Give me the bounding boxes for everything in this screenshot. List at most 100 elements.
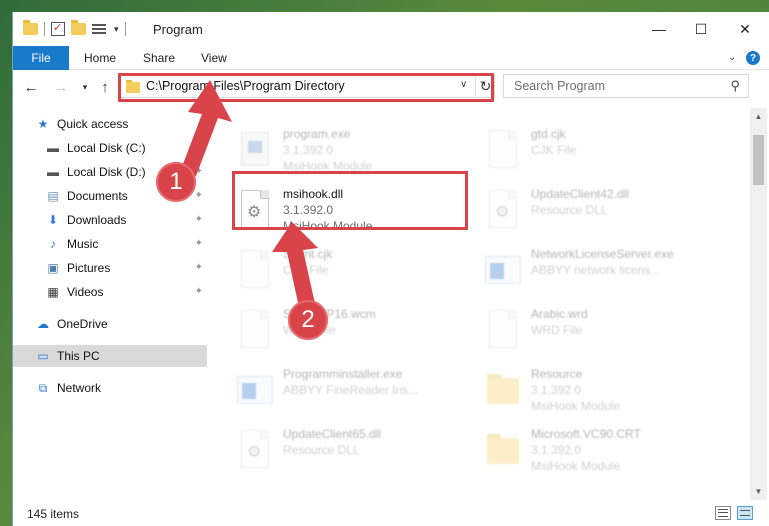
folder-icon xyxy=(126,80,140,93)
pin-icon: ✦ xyxy=(194,142,203,153)
file-item[interactable]: Sprint.cjk CJK File xyxy=(235,246,332,302)
address-bar[interactable]: C:\Program Files\Program Directory ∨ ↻ xyxy=(119,74,495,98)
sidebar-item-downloads[interactable]: ⬇ Downloads ✦ xyxy=(45,209,207,231)
navigation-bar: ← → ▾ ↑ C:\Program Files\Program Directo… xyxy=(13,70,769,104)
separator xyxy=(44,22,45,36)
file-list: program.exe 3.1.392.0 MsiHook Module gtd.c… xyxy=(213,108,748,500)
file-description: MsiHook Module xyxy=(531,459,621,473)
quick-access-toolbar: ▾ xyxy=(23,20,126,37)
vertical-scrollbar[interactable]: ▲ ▼ xyxy=(750,108,767,500)
properties-icon[interactable] xyxy=(51,21,65,36)
close-button[interactable]: ✕ xyxy=(722,12,768,46)
dll-icon: ⚙ xyxy=(235,428,275,474)
recent-locations-icon[interactable]: ▾ xyxy=(75,77,95,97)
file-item-msihook-dll[interactable]: ⚙ msihook.dll 3.1.392.0 MsiHook Module xyxy=(235,186,372,242)
separator xyxy=(124,22,126,36)
sidebar-item-label: Local Disk (D:) xyxy=(67,165,146,179)
chevron-down-icon[interactable]: ∨ xyxy=(460,79,467,90)
file-item[interactable]: Programminstaller.exe ABBYY FineReader In… xyxy=(235,366,418,422)
sidebar-item-this-pc[interactable]: ▭ This PC xyxy=(13,345,207,367)
scroll-down-icon[interactable]: ▼ xyxy=(750,483,767,500)
sidebar-item-local-disk-c[interactable]: ▬ Local Disk (C:) ✦ xyxy=(45,137,207,159)
view-options-icon[interactable] xyxy=(92,23,108,36)
help-icon[interactable]: ? xyxy=(746,51,760,65)
file-name: Arabic.wrd xyxy=(531,307,588,321)
file-item[interactable]: ⚙ UpdateClient65.dll Resource DLL xyxy=(235,426,381,482)
new-folder-icon[interactable] xyxy=(71,20,86,35)
file-item[interactable]: ⚙ UpdateClient42.dll Resource DLL xyxy=(483,186,629,242)
sidebar-item-label: Videos xyxy=(67,285,104,299)
sidebar-item-label: Quick access xyxy=(57,117,129,131)
up-arrow-icon[interactable]: ↑ xyxy=(95,77,115,97)
pictures-icon: ▣ xyxy=(47,261,59,275)
forward-arrow-icon[interactable]: → xyxy=(51,77,71,97)
file-name: Microsoft.VC90.CRT xyxy=(531,427,641,441)
scroll-up-icon[interactable]: ▲ xyxy=(750,108,767,125)
sidebar-item-label: Pictures xyxy=(67,261,111,275)
expand-ribbon-icon[interactable]: ⌄ xyxy=(728,52,736,63)
sidebar-item-label: OneDrive xyxy=(57,317,108,331)
sidebar-item-documents[interactable]: ▤ Documents ✦ xyxy=(45,185,207,207)
drive-icon: ▬ xyxy=(47,165,59,179)
folder-icon[interactable] xyxy=(23,20,38,35)
music-icon: ♪ xyxy=(50,237,56,251)
file-item[interactable]: program.exe 3.1.392.0 MsiHook Module xyxy=(235,126,372,182)
app-icon xyxy=(235,368,275,414)
file-type: Resource DLL xyxy=(283,443,360,457)
file-icon xyxy=(235,308,275,354)
file-type: CJK File xyxy=(283,263,329,277)
large-icons-view-icon[interactable] xyxy=(737,506,753,520)
details-view-icon[interactable] xyxy=(715,506,731,520)
search-icon[interactable]: ⚲ xyxy=(730,78,740,94)
dll-icon: ⚙ xyxy=(235,188,275,234)
search-input[interactable]: Search Program ⚲ xyxy=(503,74,749,98)
file-name: SmartWP16.wcm xyxy=(283,307,376,321)
sidebar-item-quick-access[interactable]: ★ Quick access xyxy=(35,113,229,135)
drive-icon: ▬ xyxy=(47,141,59,155)
scrollbar-thumb[interactable] xyxy=(753,135,764,185)
file-type: Resource DLL xyxy=(531,203,608,217)
folder-icon xyxy=(483,368,523,414)
maximize-button[interactable]: ☐ xyxy=(678,12,724,46)
file-item[interactable]: Arabic.wrd WRD File xyxy=(483,306,588,362)
tab-home[interactable]: Home xyxy=(84,46,116,70)
sidebar-item-label: Downloads xyxy=(67,213,127,227)
videos-icon: ▦ xyxy=(47,285,59,299)
file-name: UpdateClient42.dll xyxy=(531,187,630,201)
refresh-icon[interactable]: ↻ xyxy=(475,76,495,96)
tab-share[interactable]: Share xyxy=(143,46,175,70)
file-version: 3.1.392.0 xyxy=(283,143,334,157)
sidebar-item-videos[interactable]: ▦ Videos ✦ xyxy=(45,281,207,303)
file-item[interactable]: SmartWP16.wcm WCM File xyxy=(235,306,376,362)
sidebar-item-music[interactable]: ♪ Music ✦ xyxy=(45,233,207,255)
pin-icon: ✦ xyxy=(194,166,203,177)
file-icon xyxy=(235,248,275,294)
app-icon xyxy=(483,248,523,294)
back-arrow-icon[interactable]: ← xyxy=(21,77,41,97)
star-icon: ★ xyxy=(37,117,49,131)
file-item[interactable]: Resource 3.1.392.0 MsiHook Module xyxy=(483,366,620,422)
tab-file[interactable]: File xyxy=(13,46,69,70)
sidebar-item-local-disk-d[interactable]: ▬ Local Disk (D:) ✦ xyxy=(45,161,207,183)
item-count: 145 items xyxy=(27,507,80,521)
file-version: 3.1.392.0 xyxy=(531,443,582,457)
file-item[interactable]: NetworkLicenseServer.exe ABBYY network li… xyxy=(483,246,674,302)
minimize-button[interactable]: — xyxy=(636,12,682,46)
address-path[interactable]: C:\Program Files\Program Directory xyxy=(146,79,345,93)
file-item[interactable]: Microsoft.VC90.CRT 3.1.392.0 MsiHook Modul… xyxy=(483,426,641,482)
customize-toolbar-icon[interactable]: ▾ xyxy=(114,24,119,35)
file-item[interactable]: gtd.cjk CJK File xyxy=(483,126,576,182)
navigation-pane: ★ Quick access ▬ Local Disk (C:) ✦ ▬ Loc… xyxy=(13,108,213,500)
pin-icon: ✦ xyxy=(194,190,203,201)
sidebar-item-pictures[interactable]: ▣ Pictures ✦ xyxy=(45,257,207,279)
file-description: MsiHook Module xyxy=(531,399,621,413)
sidebar-item-label: Local Disk (C:) xyxy=(67,141,146,155)
sidebar-item-onedrive[interactable]: ☁ OneDrive xyxy=(35,313,229,335)
search-placeholder: Search Program xyxy=(514,79,606,93)
window-title: Program xyxy=(153,22,203,37)
sidebar-item-network[interactable]: ⧉ Network xyxy=(35,377,229,399)
title-bar: ▾ Program — ☐ ✕ xyxy=(13,12,769,46)
tab-view[interactable]: View xyxy=(201,46,227,70)
dll-icon: ⚙ xyxy=(483,188,523,234)
sidebar-item-label: Music xyxy=(67,237,99,251)
